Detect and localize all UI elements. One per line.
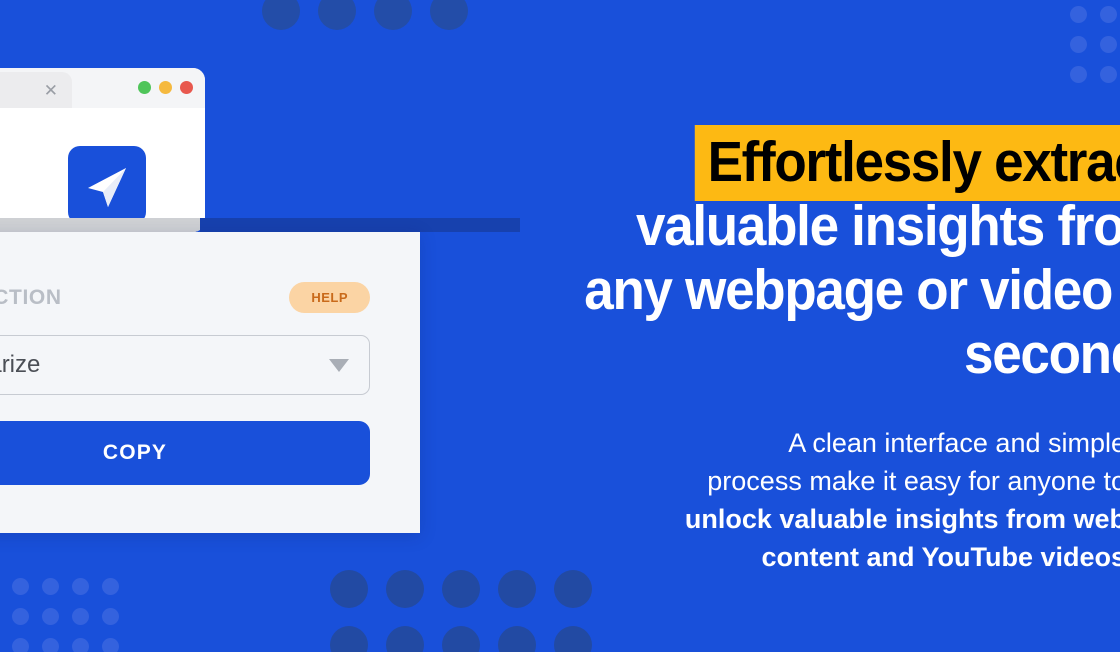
decorative-dot (72, 578, 89, 595)
decorative-dot (42, 638, 59, 652)
decorative-dot (1100, 36, 1117, 53)
decorative-dot (1100, 66, 1117, 83)
browser-tab[interactable]: tube.com ✕ (0, 72, 72, 108)
subcopy-line-3: unlock valuable insights from web (684, 504, 1120, 534)
decorative-dot (12, 638, 29, 652)
decorative-dot (374, 0, 412, 30)
headline-line-3: any webpage or video in (584, 258, 1120, 322)
hero-banner: tube.com ✕ ELECT ACTION (0, 0, 1120, 652)
action-select[interactable]: Summarize (0, 335, 370, 395)
window-control-red-icon[interactable] (180, 81, 193, 94)
decorative-dot (102, 578, 119, 595)
decorative-dot-grid-top-center (262, 0, 486, 48)
browser-footer-bar (0, 218, 205, 232)
decorative-dot-grid-bottom-center (330, 570, 610, 652)
decorative-dot (1070, 6, 1087, 23)
headline-line-1: Effortlessly extract (519, 125, 1120, 201)
browser-chrome: tube.com ✕ (0, 68, 205, 108)
subcopy-line-1: A clean interface and simple (788, 428, 1120, 458)
window-control-green-icon[interactable] (138, 81, 151, 94)
decorative-dot (12, 578, 29, 595)
decorative-dot (1070, 66, 1087, 83)
extension-popup-card: ELECT ACTION HELP Summarize COPY (0, 232, 420, 533)
decorative-dot (1100, 6, 1117, 23)
chevron-down-icon[interactable] (329, 358, 349, 372)
select-action-label: ELECT ACTION (0, 285, 62, 309)
paper-plane-icon (68, 146, 146, 224)
headline-line-2: valuable insights from (636, 194, 1120, 258)
decorative-dot (498, 626, 536, 652)
help-button[interactable]: HELP (289, 282, 370, 313)
decorative-dot (386, 570, 424, 608)
hero-subcopy: A clean interface and simple process mak… (470, 424, 1120, 576)
decorative-dot (72, 638, 89, 652)
hero-copy: Effortlessly extract valuable insights f… (470, 125, 1120, 576)
subcopy-line-2: process make it easy for anyone to (707, 466, 1120, 496)
page-title: Effortlessly extract valuable insights f… (519, 125, 1120, 386)
window-control-yellow-icon[interactable] (159, 81, 172, 94)
decorative-dot (102, 638, 119, 652)
headline-line-4: seconds (964, 322, 1120, 386)
decorative-dot (554, 626, 592, 652)
decorative-dot (318, 0, 356, 30)
decorative-dot-grid-top-right (1070, 6, 1120, 96)
decorative-dot (430, 0, 468, 30)
decorative-dot (42, 608, 59, 625)
decorative-dot (330, 570, 368, 608)
decorative-dot (12, 608, 29, 625)
decorative-dot-grid-bottom-left (12, 578, 132, 652)
decorative-dot (72, 608, 89, 625)
decorative-dot (386, 626, 424, 652)
decorative-dot (102, 608, 119, 625)
decorative-dot (442, 626, 480, 652)
action-select-value: Summarize (0, 351, 41, 378)
headline-highlight: Effortlessly extract (694, 125, 1120, 201)
subcopy-line-4: content and YouTube videos (761, 542, 1120, 572)
decorative-dot (42, 578, 59, 595)
window-controls (138, 81, 193, 94)
decorative-dot (1070, 36, 1087, 53)
close-icon[interactable]: ✕ (44, 82, 58, 99)
browser-window-mockup: tube.com ✕ (0, 68, 205, 232)
card-header: ELECT ACTION HELP (0, 282, 370, 313)
decorative-dot (330, 626, 368, 652)
browser-tab-title: tube.com (0, 82, 38, 99)
browser-viewport (0, 108, 205, 232)
copy-button[interactable]: COPY (0, 421, 370, 485)
decorative-dot (262, 0, 300, 30)
